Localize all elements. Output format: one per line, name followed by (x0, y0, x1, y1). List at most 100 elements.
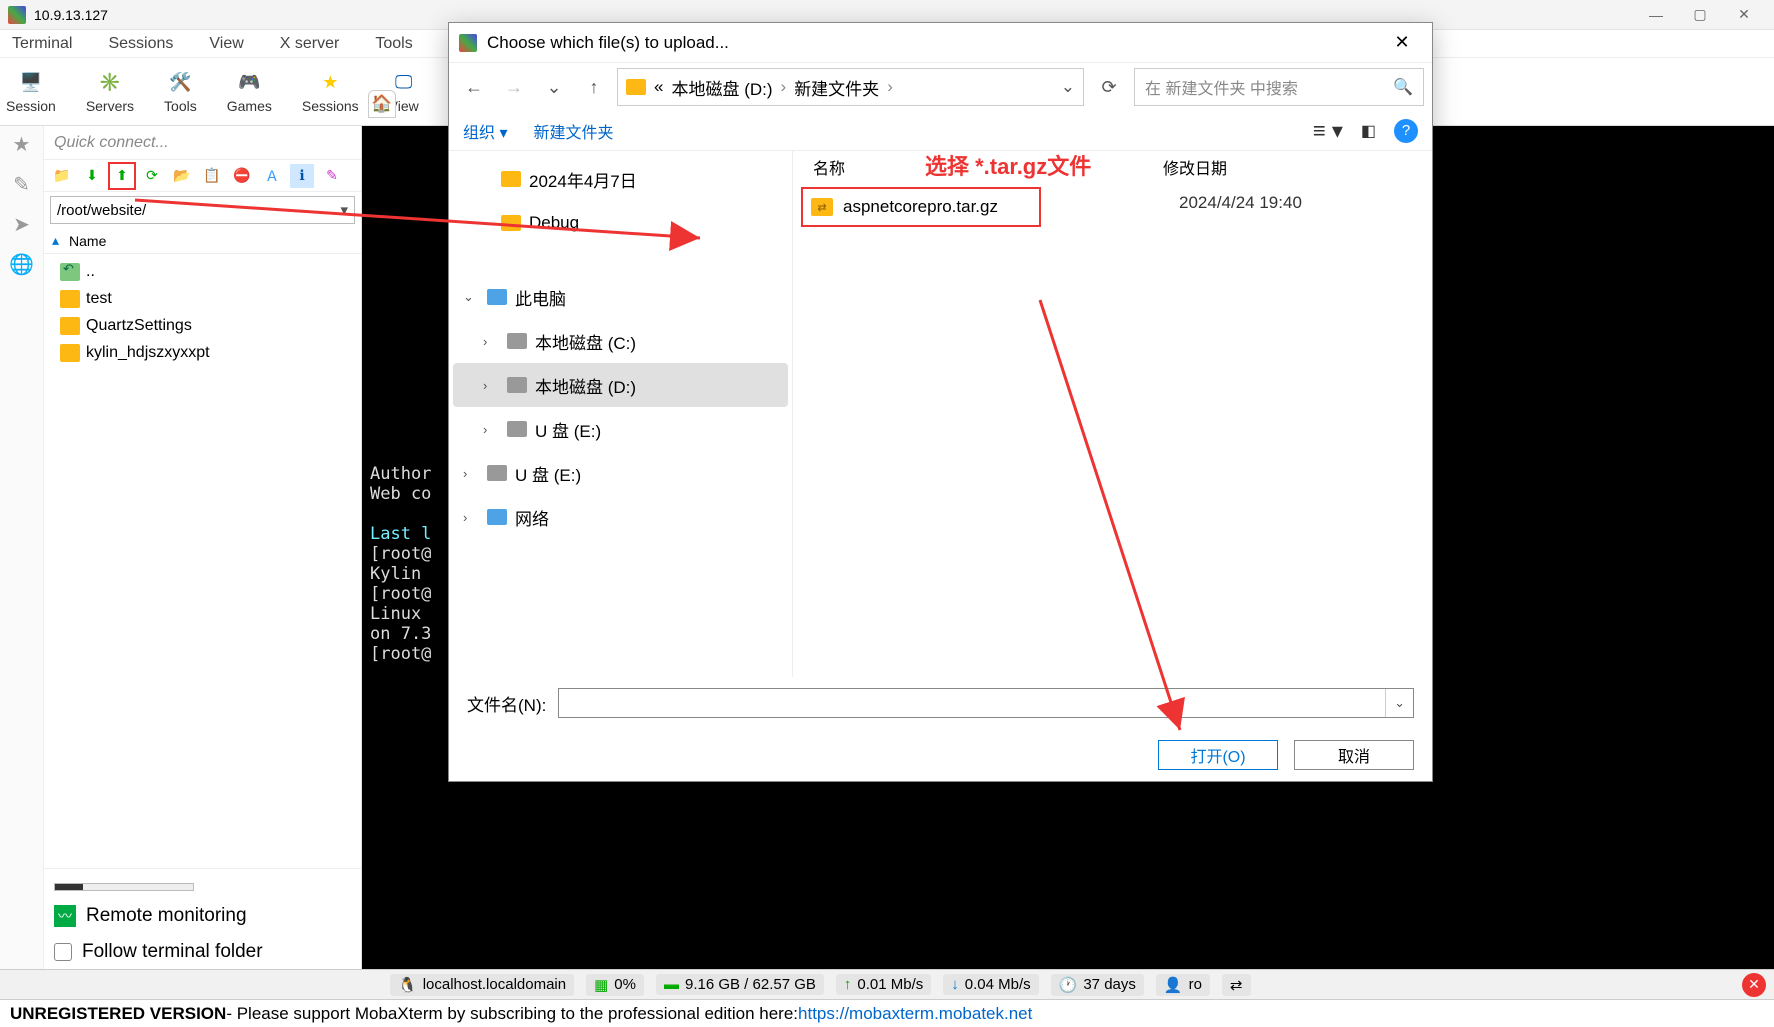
send-icon[interactable]: ➤ (9, 212, 35, 238)
globe-icon[interactable]: 🌐 (9, 252, 35, 278)
refresh-button[interactable]: ⟳ (1090, 77, 1128, 98)
tb-sessions2[interactable]: ★Sessions (302, 70, 359, 114)
column-headers: 名称 选择 *.tar.gz文件 修改日期 (793, 151, 1432, 183)
preview-pane-button[interactable]: ◧ (1361, 121, 1376, 141)
remote-monitoring-toggle[interactable]: 〰Remote monitoring (54, 905, 351, 927)
close-button[interactable]: ✕ (1722, 1, 1766, 29)
tree-item[interactable]: test (50, 285, 355, 312)
down-arrow-icon: ↓ (951, 976, 959, 993)
breadcrumb[interactable]: « 本地磁盘 (D:) › 新建文件夹 › ⌄ (617, 68, 1084, 106)
chevron-right-icon[interactable]: › (483, 378, 499, 393)
organize-button[interactable]: 组织 ▾ (463, 119, 507, 143)
tb-session[interactable]: 🖥️Session (6, 70, 56, 114)
search-input[interactable]: 在 新建文件夹 中搜索 🔍 (1134, 68, 1424, 106)
forward-button[interactable]: → (497, 70, 531, 104)
disk-icon (507, 377, 527, 393)
tree-disk-d[interactable]: ›本地磁盘 (D:) (453, 363, 788, 407)
folder-icon[interactable]: 📁 (50, 164, 74, 188)
tree-item[interactable]: 2024年4月7日 (453, 157, 788, 201)
view-mode-button[interactable]: ≡ ▾ (1313, 118, 1343, 144)
chevron-right-icon[interactable]: › (463, 466, 479, 481)
tree-disk-e2[interactable]: ›U 盘 (E:) (453, 451, 788, 495)
tree-disk-c[interactable]: ›本地磁盘 (C:) (453, 319, 788, 363)
help-icon[interactable]: ? (1394, 119, 1418, 143)
download-icon[interactable]: ⬇ (80, 164, 104, 188)
star-icon[interactable]: ★ (9, 132, 35, 158)
tree-item[interactable]: QuartzSettings (50, 312, 355, 339)
tb-servers[interactable]: ✳️Servers (86, 70, 134, 114)
status-cpu: ▦0% (586, 974, 644, 996)
disk-icon (507, 333, 527, 349)
tree-up[interactable]: .. (50, 258, 355, 285)
dialog-close-button[interactable]: ✕ (1382, 32, 1422, 53)
chevron-right-icon[interactable]: › (483, 334, 499, 349)
upload-icon[interactable]: ⬆ (110, 164, 134, 188)
back-button[interactable]: ← (457, 70, 491, 104)
tree-collapse-icon[interactable]: ▴ (52, 232, 59, 249)
chevron-right-icon[interactable]: › (483, 422, 499, 437)
tb-games[interactable]: 🎮Games (227, 70, 272, 114)
copy-icon[interactable]: 📋 (200, 164, 224, 188)
col-date[interactable]: 修改日期 (1163, 155, 1363, 179)
user-icon: 👤 (1164, 976, 1183, 994)
menu-terminal[interactable]: Terminal (4, 33, 80, 55)
quick-connect-input[interactable]: Quick connect... (44, 126, 361, 160)
follow-terminal-toggle[interactable]: Follow terminal folder (54, 941, 351, 963)
chevron-right-icon[interactable]: › (463, 510, 479, 525)
newfolder-button[interactable]: 新建文件夹 (533, 119, 613, 143)
filename-row: 文件名(N): ⌄ (449, 677, 1432, 729)
status-arrows[interactable]: ⇄ (1222, 974, 1251, 996)
edit-icon[interactable]: ✎ (320, 164, 344, 188)
open-button[interactable]: 打开(O) (1158, 740, 1278, 770)
disk-icon (487, 465, 507, 481)
cancel-button[interactable]: 取消 (1294, 740, 1414, 770)
footer: UNREGISTERED VERSION - Please support Mo… (0, 999, 1774, 1027)
crumb-disk[interactable]: 本地磁盘 (D:) (671, 75, 772, 100)
cpu-icon: ▦ (594, 976, 608, 994)
chevron-down-icon[interactable]: ⌄ (463, 289, 479, 305)
status-close-icon[interactable]: ✕ (1742, 973, 1766, 997)
dialog-logo-icon (459, 34, 477, 52)
tree-item[interactable]: kylin_hdjszxyxxpt (50, 339, 355, 366)
sftp-toolbar: 📁 ⬇ ⬆ ⟳ 📂 📋 ⛔ Ａ ℹ ✎ (44, 160, 361, 192)
maximize-button[interactable]: ▢ (1678, 1, 1722, 29)
tree-thispc[interactable]: ⌄此电脑 (453, 275, 788, 319)
chevron-right-icon: › (781, 77, 787, 97)
filename-dropdown-icon[interactable]: ⌄ (1385, 689, 1413, 717)
upload-dialog: Choose which file(s) to upload... ✕ ← → … (448, 22, 1433, 782)
pc-icon (487, 289, 507, 305)
tb-tools[interactable]: 🛠️Tools (164, 70, 197, 114)
menu-tools[interactable]: Tools (367, 33, 420, 55)
path-dropdown-icon[interactable]: ▾ (340, 201, 348, 219)
footer-link[interactable]: https://mobaxterm.mobatek.net (798, 1004, 1032, 1024)
rename-icon[interactable]: Ａ (260, 164, 284, 188)
menu-view[interactable]: View (201, 33, 251, 55)
menu-sessions[interactable]: Sessions (100, 33, 181, 55)
crumb-pre: « (654, 77, 663, 97)
dialog-title: Choose which file(s) to upload... (487, 33, 729, 53)
tool-icon[interactable]: ✎ (9, 172, 35, 198)
history-dropdown[interactable]: ⌄ (537, 70, 571, 104)
tree-disk-e1[interactable]: ›U 盘 (E:) (453, 407, 788, 451)
info-icon[interactable]: ℹ (290, 164, 314, 188)
dialog-nav: ← → ⌄ ↑ « 本地磁盘 (D:) › 新建文件夹 › ⌄ ⟳ 在 新建文件… (449, 63, 1432, 111)
up-arrow-icon: ↑ (844, 976, 852, 993)
dialog-file-list: 名称 选择 *.tar.gz文件 修改日期 ⇄ aspnetcorepro.ta… (793, 151, 1432, 677)
path-input[interactable]: /root/website/ ▾ (50, 196, 355, 224)
delete-icon[interactable]: ⛔ (230, 164, 254, 188)
footer-text: - Please support MobaXterm by subscribin… (226, 1004, 798, 1024)
home-tab-icon[interactable]: 🏠 (368, 90, 396, 118)
menu-xserver[interactable]: X server (272, 33, 348, 55)
minimize-button[interactable]: — (1634, 1, 1678, 29)
checkbox-icon (54, 943, 72, 961)
folder-icon (501, 171, 521, 187)
crumb-folder[interactable]: 新建文件夹 (794, 75, 879, 100)
newfolder-icon[interactable]: 📂 (170, 164, 194, 188)
filename-input[interactable]: ⌄ (558, 688, 1414, 718)
tree-item[interactable]: Debug (453, 201, 788, 245)
file-row-selected[interactable]: ⇄ aspnetcorepro.tar.gz (801, 187, 1041, 227)
up-button[interactable]: ↑ (577, 70, 611, 104)
tree-network[interactable]: ›网络 (453, 495, 788, 539)
crumb-dropdown-icon[interactable]: ⌄ (1061, 77, 1075, 97)
refresh-icon[interactable]: ⟳ (140, 164, 164, 188)
